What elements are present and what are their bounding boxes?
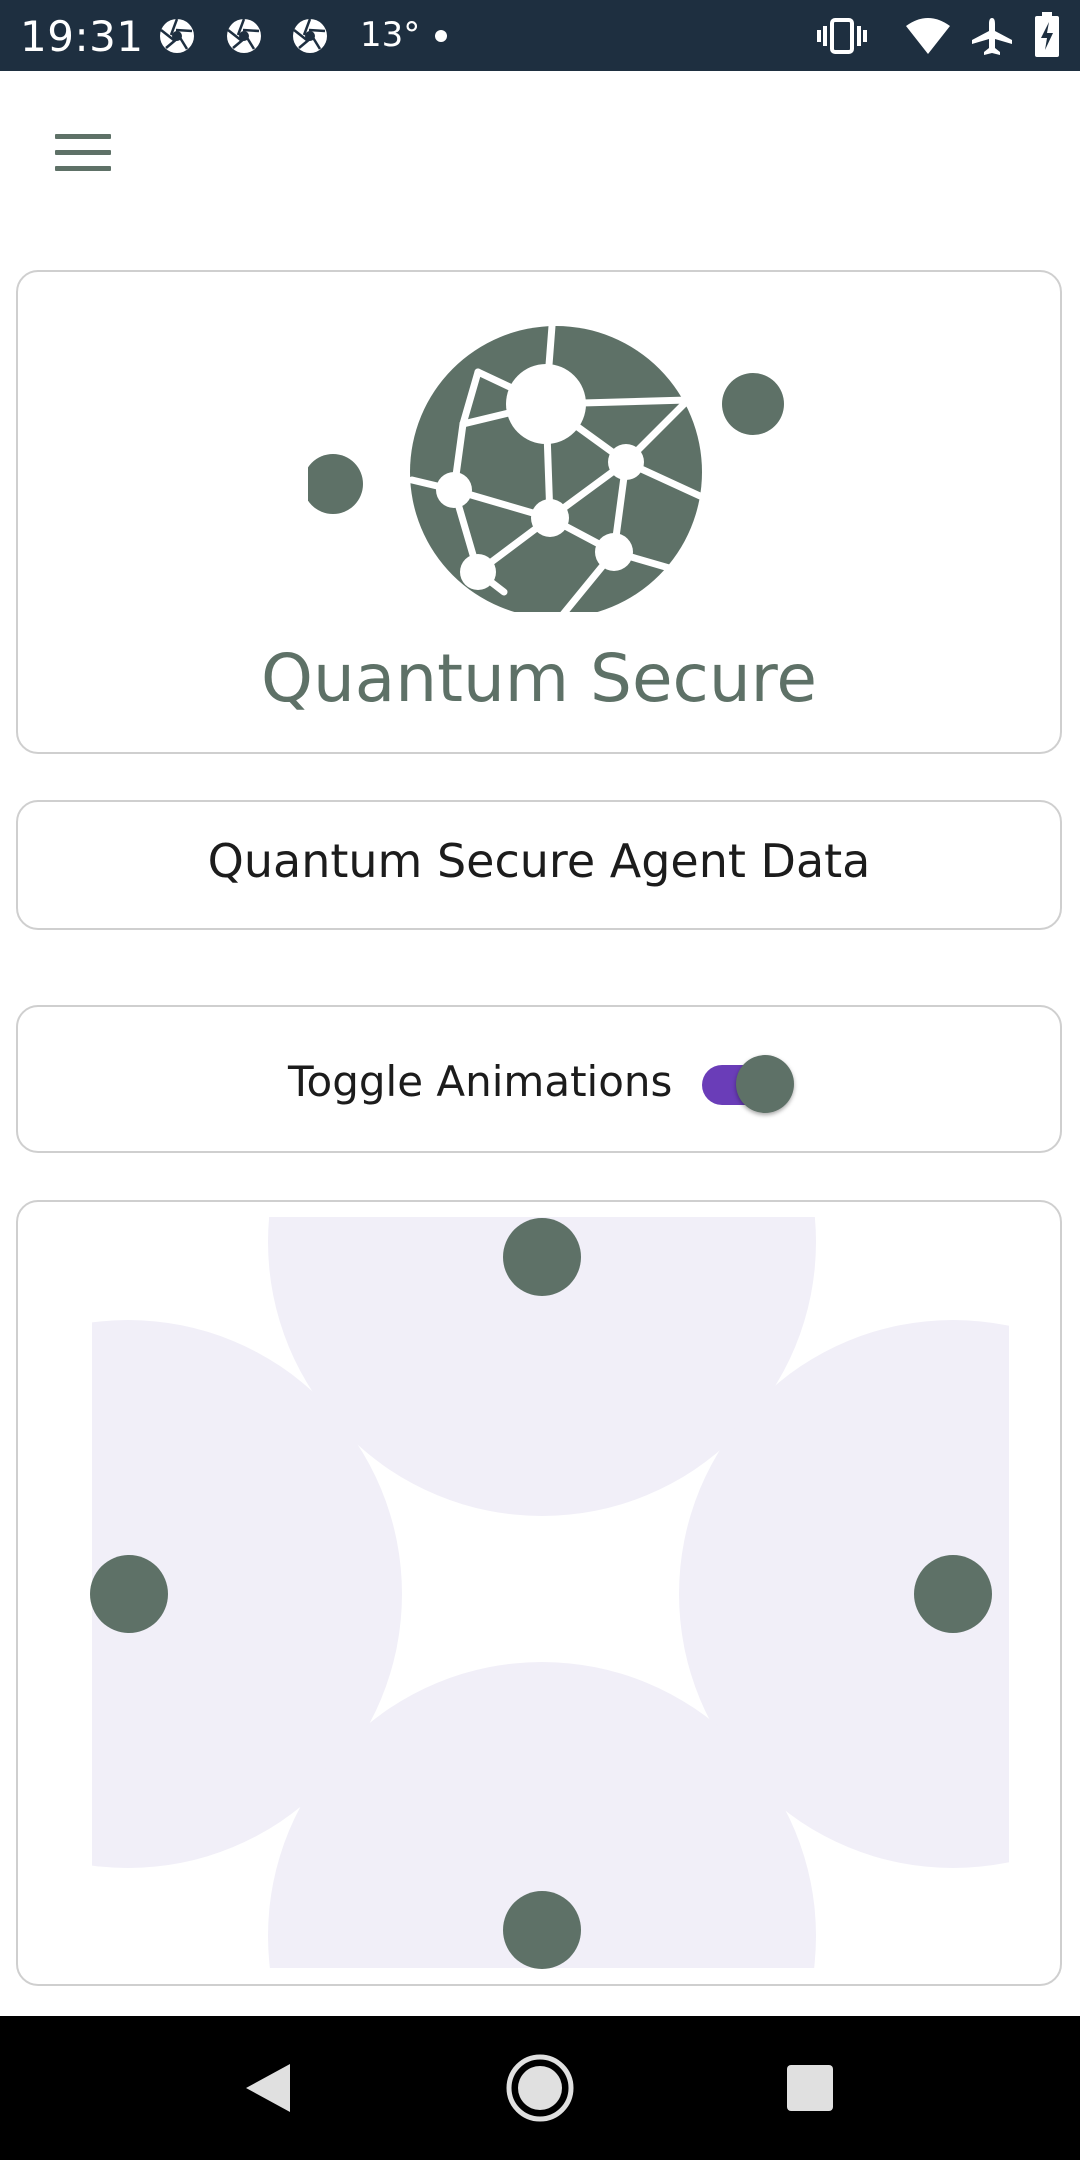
toggle-animations-card: Toggle Animations bbox=[16, 1005, 1062, 1153]
toggle-animations-label: Toggle Animations bbox=[288, 1057, 673, 1106]
battery-icon bbox=[1035, 12, 1059, 57]
agent-data-button[interactable]: Quantum Secure Agent Data bbox=[16, 800, 1062, 930]
status-temperature: 13° bbox=[360, 15, 421, 55]
animation-dot-right bbox=[914, 1555, 992, 1633]
navigation-bar bbox=[0, 2016, 1080, 2160]
camera-aperture-icon bbox=[293, 18, 327, 53]
app-title: Quantum Secure bbox=[261, 640, 817, 717]
status-time: 19:31 bbox=[20, 12, 144, 61]
animation-dot-left bbox=[90, 1555, 168, 1633]
back-icon[interactable] bbox=[228, 2048, 308, 2128]
menu-button[interactable] bbox=[40, 118, 128, 188]
wifi-icon bbox=[906, 18, 950, 54]
airplane-mode-icon bbox=[972, 18, 1012, 55]
vibrate-icon bbox=[817, 18, 867, 54]
toggle-animations-switch[interactable] bbox=[684, 1053, 804, 1113]
animation-card bbox=[16, 1200, 1062, 1986]
quantum-secure-logo bbox=[308, 322, 784, 612]
status-bar: 19:31 13° bbox=[0, 0, 1080, 71]
animation-dot-top bbox=[503, 1218, 581, 1296]
logo-card: Quantum Secure bbox=[16, 270, 1062, 754]
switch-thumb bbox=[736, 1055, 794, 1113]
camera-aperture-icon bbox=[160, 18, 194, 53]
camera-aperture-icon bbox=[227, 18, 261, 53]
home-icon[interactable] bbox=[500, 2048, 580, 2128]
agent-data-label: Quantum Secure Agent Data bbox=[207, 834, 871, 888]
recents-icon[interactable] bbox=[770, 2048, 850, 2128]
animation-canvas bbox=[90, 1217, 1009, 1969]
notification-dot-icon bbox=[435, 30, 447, 42]
animation-dot-bottom bbox=[503, 1891, 581, 1969]
